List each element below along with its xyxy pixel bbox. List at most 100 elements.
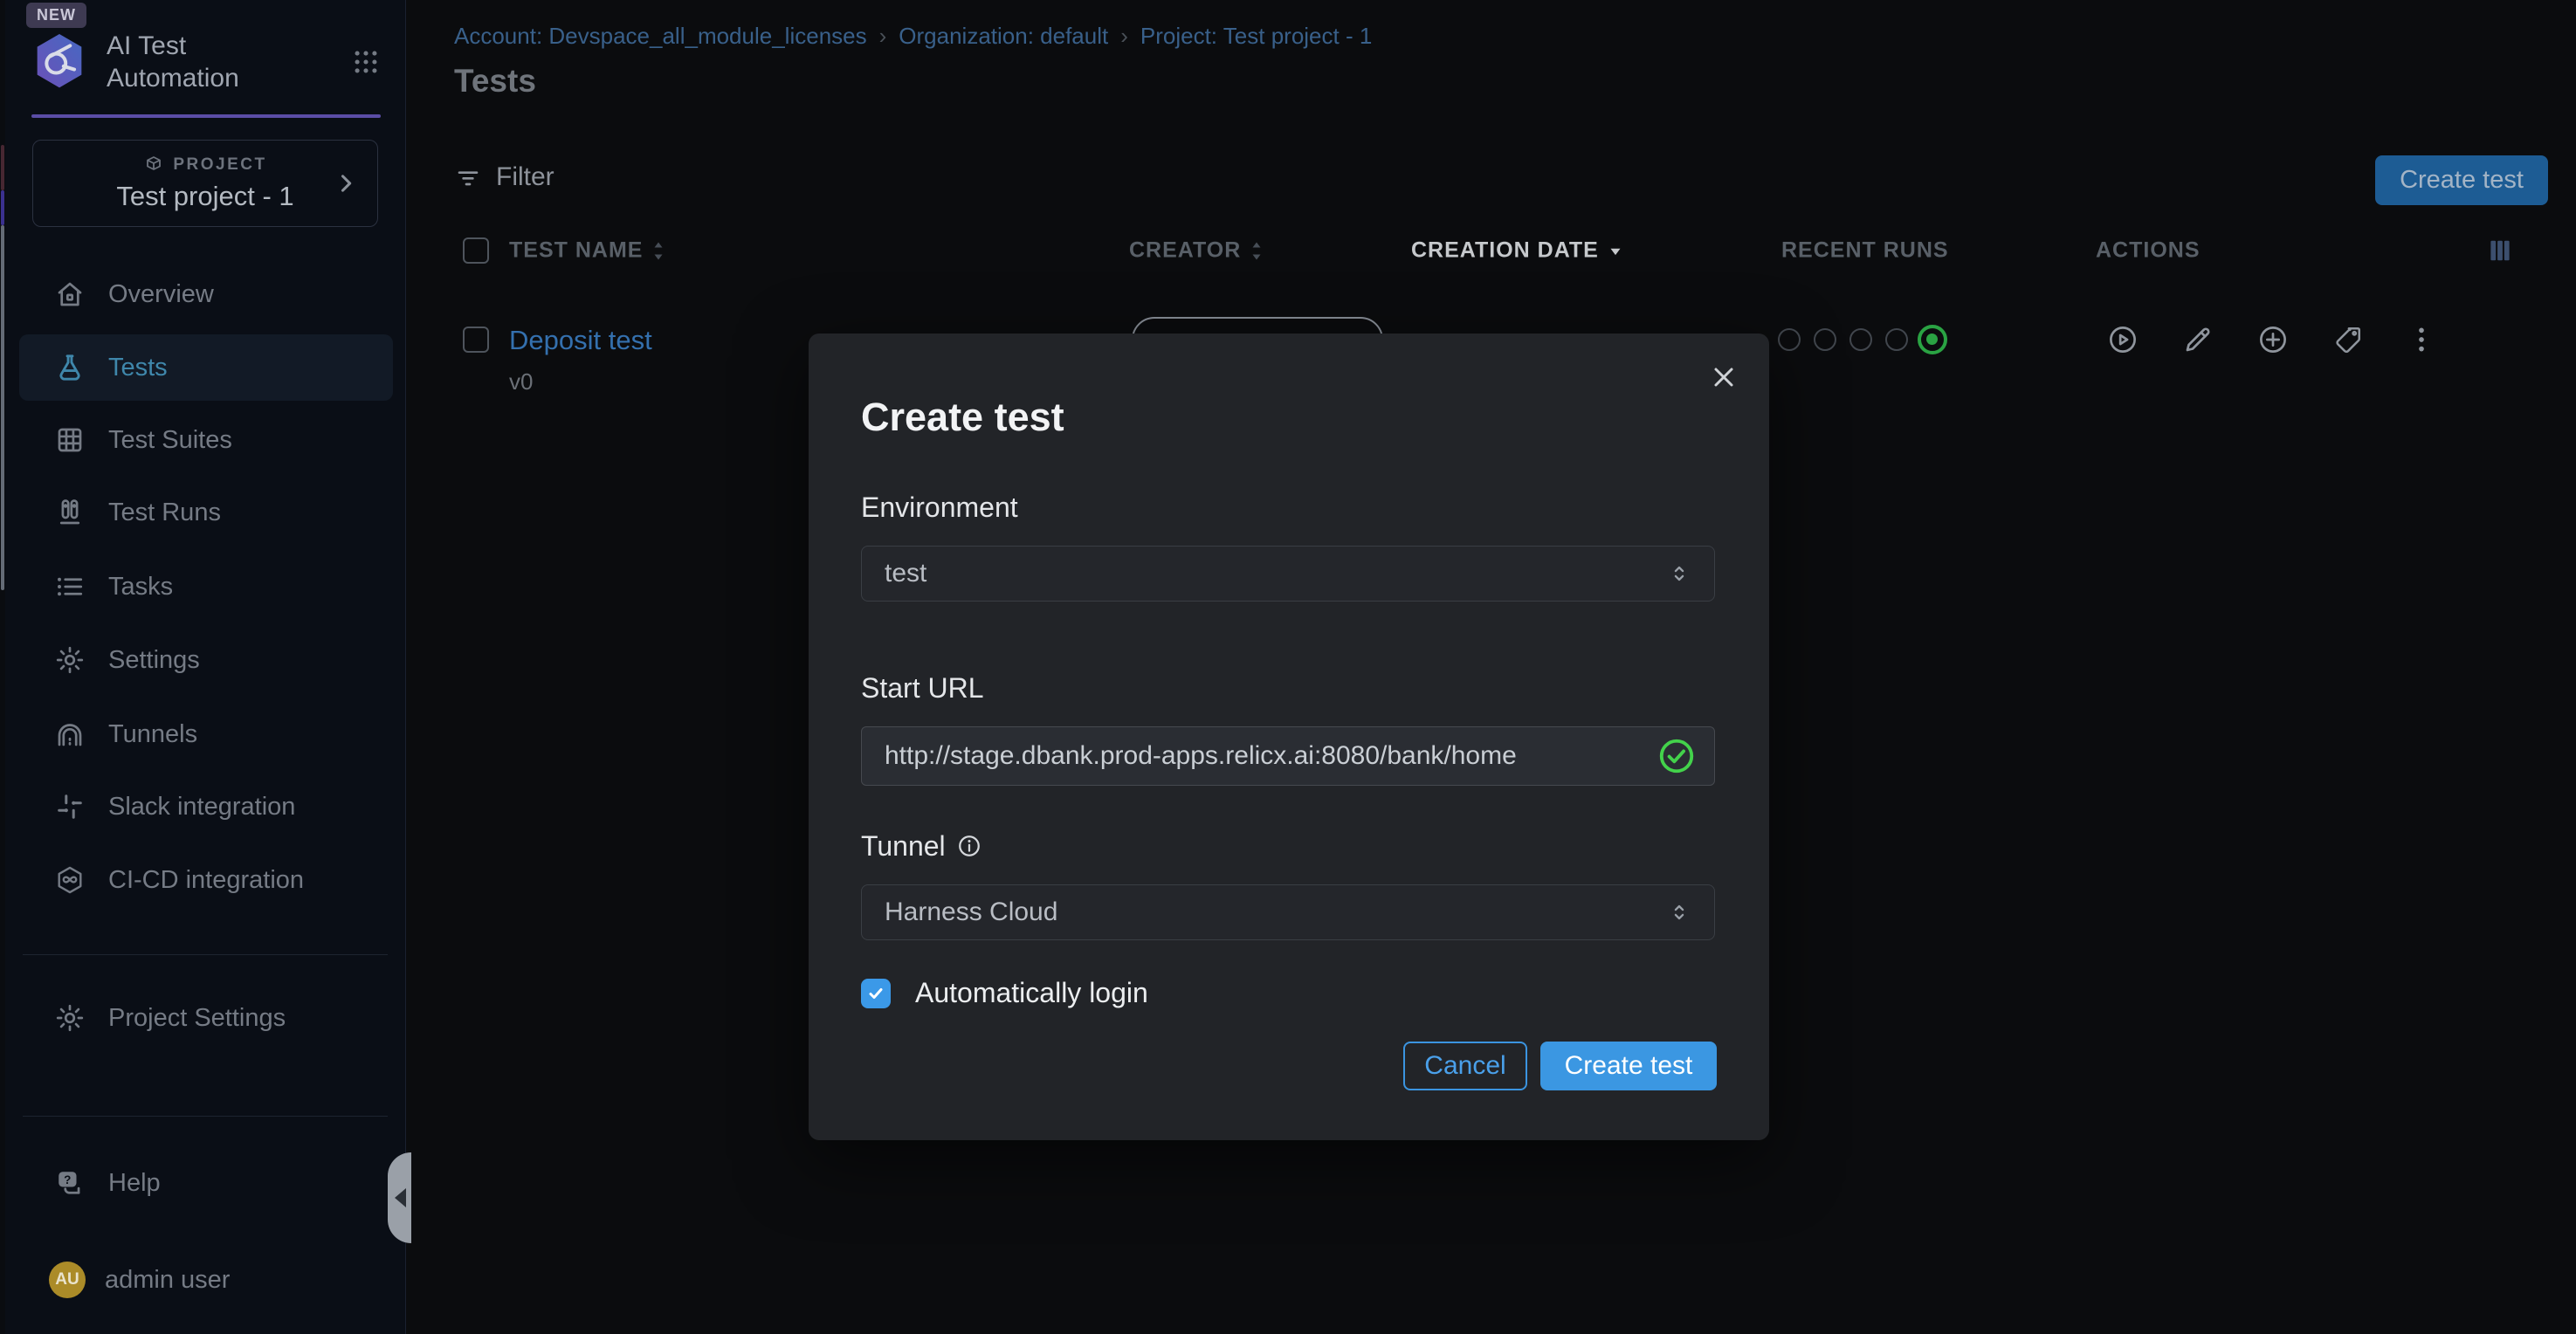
sidebar-item-test-runs[interactable]: Test Runs — [19, 479, 393, 546]
sidebar-item-label: Slack integration — [108, 793, 295, 822]
create-test-modal: Create test Environment test Start URL h… — [809, 334, 1769, 1140]
tag-icon[interactable] — [2332, 324, 2364, 355]
chevron-updown-icon — [1667, 900, 1691, 925]
test-version: v0 — [509, 368, 533, 395]
tunnel-icon — [54, 719, 86, 750]
page-scrollbar[interactable] — [0, 0, 5, 1334]
add-to-suite-icon[interactable] — [2256, 323, 2290, 356]
sidebar-item-label: CI-CD integration — [108, 866, 304, 895]
gear-icon — [54, 644, 86, 676]
app-switcher-icon[interactable] — [351, 47, 381, 77]
info-icon[interactable] — [956, 833, 982, 859]
cancel-button[interactable]: Cancel — [1403, 1042, 1527, 1090]
new-badge: NEW — [26, 3, 86, 28]
columns-icon — [54, 497, 86, 528]
gear-icon — [54, 1002, 86, 1034]
slack-icon — [54, 791, 86, 822]
environment-value: test — [885, 559, 926, 588]
run-status-dot[interactable] — [1849, 328, 1872, 351]
app-header: AI Test Automation — [31, 30, 381, 94]
collapse-arrow-icon — [395, 1188, 406, 1207]
user-name: admin user — [105, 1266, 230, 1295]
scrollbar-thumb[interactable] — [1, 225, 4, 590]
sidebar-item-tunnels[interactable]: Tunnels — [19, 701, 393, 767]
scrollbar-segment — [1, 190, 4, 225]
sidebar-divider — [23, 1116, 388, 1117]
run-test-icon[interactable] — [2106, 323, 2139, 356]
sort-icon — [1248, 239, 1265, 262]
sidebar-collapse-handle[interactable] — [388, 1152, 411, 1243]
breadcrumb-separator: › — [879, 23, 887, 50]
column-header-actions[interactable]: ACTIONS — [2096, 238, 2201, 264]
tunnel-label: Tunnel — [861, 828, 982, 864]
close-icon[interactable] — [1708, 361, 1739, 393]
tunnel-value: Harness Cloud — [885, 897, 1057, 927]
breadcrumb-account[interactable]: Account: Devspace_all_module_licenses — [454, 23, 867, 50]
sidebar-item-settings[interactable]: Settings — [19, 627, 393, 693]
sidebar-item-cicd-integration[interactable]: CI-CD integration — [19, 847, 393, 913]
svg-text:?: ? — [64, 1173, 71, 1186]
filter-label: Filter — [496, 162, 554, 192]
breadcrumb-organization[interactable]: Organization: default — [899, 23, 1108, 50]
sidebar-item-help[interactable]: ? Help — [19, 1150, 393, 1216]
sidebar-item-tasks[interactable]: Tasks — [19, 554, 393, 620]
environment-select[interactable]: test — [861, 546, 1715, 602]
sidebar-item-test-suites[interactable]: Test Suites — [19, 407, 393, 473]
run-status-dot-passed[interactable] — [1918, 325, 1947, 354]
row-actions — [2106, 323, 2436, 356]
column-header-creator[interactable]: CREATOR — [1129, 238, 1265, 264]
sort-icon — [650, 239, 667, 262]
accent-divider — [31, 114, 381, 118]
start-url-input[interactable]: http://stage.dbank.prod-apps.relicx.ai:8… — [861, 726, 1715, 786]
sidebar-item-overview[interactable]: Overview — [19, 261, 393, 327]
edit-test-icon[interactable] — [2182, 324, 2214, 355]
page-title: Tests — [454, 63, 536, 100]
modal-create-test-button[interactable]: Create test — [1540, 1042, 1717, 1090]
sidebar-item-label: Test Suites — [108, 426, 232, 455]
cube-icon — [143, 155, 164, 175]
column-header-test-name[interactable]: TEST NAME — [509, 238, 667, 264]
tunnel-select[interactable]: Harness Cloud — [861, 884, 1715, 940]
column-header-creation-date[interactable]: CREATION DATE — [1411, 238, 1625, 264]
column-header-recent-runs[interactable]: RECENT RUNS — [1781, 238, 1949, 264]
column-settings-icon[interactable] — [2487, 237, 2513, 264]
create-test-button[interactable]: Create test — [2375, 155, 2548, 205]
run-status-dot[interactable] — [1778, 328, 1801, 351]
start-url-value: http://stage.dbank.prod-apps.relicx.ai:8… — [885, 741, 1656, 771]
run-status-dot[interactable] — [1885, 328, 1908, 351]
grid-icon — [54, 424, 86, 456]
valid-check-icon — [1656, 736, 1697, 776]
modal-title: Create test — [861, 395, 1064, 440]
sidebar-item-tests[interactable]: Tests — [19, 334, 393, 401]
check-icon — [865, 983, 886, 1004]
list-icon — [54, 571, 86, 602]
breadcrumb-project[interactable]: Project: Test project - 1 — [1140, 23, 1372, 50]
filter-button[interactable]: Filter — [454, 162, 554, 192]
sidebar-user-menu[interactable]: AU admin user — [19, 1247, 393, 1313]
modal-buttons: Cancel Create test — [1403, 1042, 1717, 1090]
row-checkbox[interactable] — [463, 327, 489, 353]
sidebar-item-label: Help — [108, 1169, 161, 1198]
table-header: TEST NAME CREATOR CREATION DATE RECENT R… — [407, 225, 2576, 276]
app-title: AI Test Automation — [107, 30, 290, 94]
avatar: AU — [49, 1262, 86, 1298]
more-actions-icon[interactable] — [2407, 325, 2436, 354]
run-status-dot[interactable] — [1814, 328, 1836, 351]
sidebar-item-label: Tests — [108, 354, 168, 382]
sidebar-item-label: Overview — [108, 280, 214, 309]
test-name-link[interactable]: Deposit test — [509, 325, 652, 356]
sidebar-item-label: Project Settings — [108, 1004, 286, 1033]
project-label: PROJECT — [173, 155, 266, 175]
sidebar-item-slack-integration[interactable]: Slack integration — [19, 774, 393, 840]
auto-login-checkbox[interactable] — [861, 979, 891, 1008]
breadcrumb-separator: › — [1120, 23, 1128, 50]
sidebar-item-label: Tunnels — [108, 720, 197, 749]
environment-label: Environment — [861, 489, 1018, 526]
sidebar-item-label: Tasks — [108, 573, 173, 602]
project-selector[interactable]: PROJECT Test project - 1 — [32, 140, 378, 227]
sidebar-item-project-settings[interactable]: Project Settings — [19, 985, 393, 1051]
flask-icon — [54, 352, 86, 383]
select-all-checkbox[interactable] — [463, 237, 489, 264]
auto-login-label: Automatically login — [915, 977, 1148, 1009]
auto-login-row: Automatically login — [861, 977, 1148, 1009]
